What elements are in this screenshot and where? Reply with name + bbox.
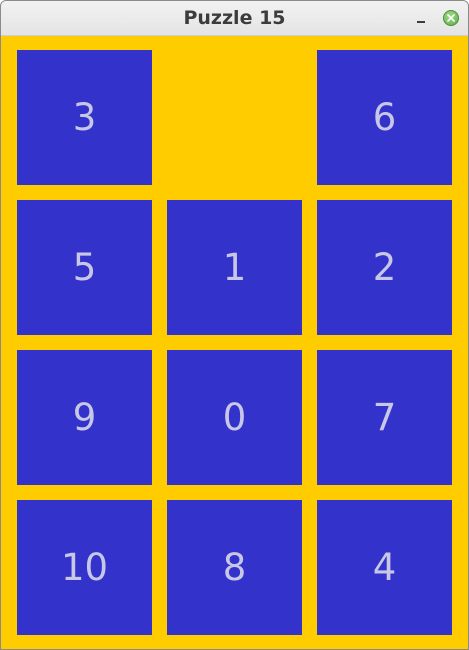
tile[interactable]: 9 — [17, 350, 152, 485]
puzzle-board: 3 6 5 1 2 9 0 7 10 8 4 — [1, 36, 468, 649]
tile[interactable]: 5 — [17, 200, 152, 335]
tile[interactable]: 10 — [17, 500, 152, 635]
title-bar[interactable]: Puzzle 15 — [1, 1, 468, 36]
tile[interactable]: 7 — [317, 350, 452, 485]
puzzle-window: Puzzle 15 3 6 5 1 2 9 0 7 10 8 4 — [0, 0, 469, 650]
tile[interactable]: 0 — [167, 350, 302, 485]
close-button[interactable] — [443, 10, 459, 26]
tile[interactable]: 1 — [167, 200, 302, 335]
minimize-button[interactable] — [415, 9, 429, 27]
tile[interactable]: 4 — [317, 500, 452, 635]
close-icon — [447, 14, 455, 22]
empty-slot — [167, 50, 302, 185]
tile[interactable]: 6 — [317, 50, 452, 185]
tile[interactable]: 3 — [17, 50, 152, 185]
tile[interactable]: 8 — [167, 500, 302, 635]
window-title: Puzzle 15 — [183, 7, 286, 29]
tile[interactable]: 2 — [317, 200, 452, 335]
minimize-icon — [417, 21, 425, 23]
